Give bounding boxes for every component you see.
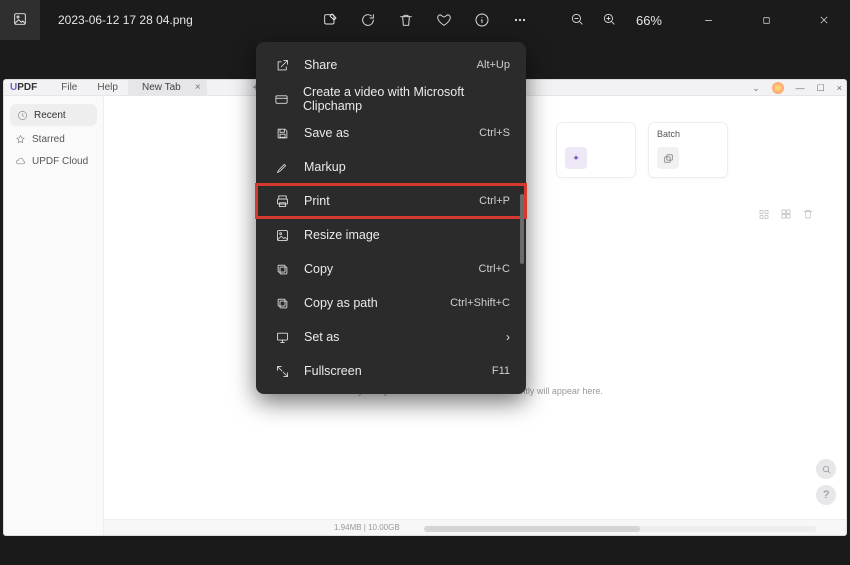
menu-item-label: Markup: [304, 160, 346, 174]
share-icon: [274, 57, 290, 73]
menu-item-setas[interactable]: Set as ›: [256, 320, 526, 354]
updf-tab[interactable]: New Tab ×: [128, 80, 207, 96]
updf-sidebar: Recent Starred UPDF Cloud: [4, 96, 104, 535]
list-view-icon[interactable]: [758, 208, 770, 223]
updf-logo: UPDF: [10, 82, 37, 93]
menu-item-shortcut: Alt+Up: [477, 59, 510, 71]
menu-item-copy-path[interactable]: Copy as path Ctrl+Shift+C: [256, 286, 526, 320]
grid-view-icon[interactable]: [780, 208, 792, 223]
updf-window-controls: ⌄ — ☐ ×: [752, 80, 842, 96]
menu-item-label: Print: [304, 194, 330, 208]
zoom-in-icon[interactable]: [602, 12, 616, 29]
batch-icon: [657, 147, 679, 169]
edit-image-icon[interactable]: [322, 12, 338, 28]
rotate-icon[interactable]: [360, 12, 376, 28]
zoom-level: 66%: [636, 13, 662, 28]
info-icon[interactable]: [474, 12, 490, 28]
sparkle-icon: ✦: [565, 147, 587, 169]
search-float-button[interactable]: [816, 459, 836, 479]
storage-status: 1.94MB | 10.00GB: [334, 523, 400, 532]
menu-item-label: Set as: [304, 330, 339, 344]
card-create[interactable]: ✦: [556, 122, 636, 178]
cloud-icon: [14, 155, 26, 167]
menu-item-label: Share: [304, 58, 337, 72]
menu-item-clipchamp[interactable]: Create a video with Microsoft Clipchamp: [256, 82, 526, 116]
menu-item-label: Copy: [304, 262, 333, 276]
chevron-right-icon: ›: [506, 330, 510, 344]
updf-maximize-button[interactable]: ☐: [817, 83, 825, 94]
resize-icon: [274, 227, 290, 243]
menu-file[interactable]: File: [61, 82, 77, 93]
sidebar-item-cloud[interactable]: UPDF Cloud: [4, 150, 103, 172]
view-toolbar: [758, 208, 814, 223]
updf-minimize-button[interactable]: —: [796, 83, 805, 93]
menu-item-label: Fullscreen: [304, 364, 362, 378]
menu-item-shortcut: Ctrl+S: [479, 127, 510, 139]
star-icon: [14, 133, 26, 145]
help-float-button[interactable]: ?: [816, 485, 836, 505]
image-icon: [12, 11, 28, 30]
print-icon: [274, 193, 290, 209]
card-label: Batch: [657, 129, 680, 139]
menu-item-label: Copy as path: [304, 296, 378, 310]
menu-item-label: Save as: [304, 126, 349, 140]
zoom-out-icon[interactable]: [570, 12, 584, 29]
favorite-icon[interactable]: [436, 12, 452, 28]
photos-back-tile[interactable]: [0, 0, 40, 40]
save-icon: [274, 125, 290, 141]
window-close-button[interactable]: [804, 0, 844, 40]
menu-item-shortcut: Ctrl+Shift+C: [450, 297, 510, 309]
menu-item-fullscreen[interactable]: Fullscreen F11: [256, 354, 526, 388]
delete-view-icon[interactable]: [802, 208, 814, 223]
window-minimize-button[interactable]: [688, 0, 728, 40]
card-batch[interactable]: Batch: [648, 122, 728, 178]
menu-item-markup[interactable]: Markup: [256, 150, 526, 184]
menu-scrollbar[interactable]: [520, 54, 524, 382]
clock-icon: [16, 109, 28, 121]
window-restore-button[interactable]: [746, 0, 786, 40]
fullscreen-icon: [274, 363, 290, 379]
photos-right-toolbar: 66%: [570, 0, 850, 40]
menu-item-share[interactable]: Share Alt+Up: [256, 48, 526, 82]
sidebar-item-label: Starred: [32, 134, 65, 145]
tab-close-icon[interactable]: ×: [195, 80, 201, 96]
tab-label: New Tab: [142, 82, 181, 93]
menu-item-shortcut: F11: [492, 365, 510, 377]
sidebar-item-label: UPDF Cloud: [32, 156, 88, 167]
menu-item-resize[interactable]: Resize image: [256, 218, 526, 252]
menu-item-label: Resize image: [304, 228, 380, 242]
photos-filename: 2023-06-12 17 28 04.png: [58, 13, 193, 27]
menu-item-shortcut: Ctrl+C: [479, 263, 510, 275]
sidebar-item-label: Recent: [34, 110, 66, 121]
more-icon[interactable]: [512, 12, 528, 28]
menu-help[interactable]: Help: [97, 82, 118, 93]
updf-close-button[interactable]: ×: [837, 83, 842, 93]
video-icon: [274, 91, 289, 107]
menu-item-saveas[interactable]: Save as Ctrl+S: [256, 116, 526, 150]
updf-scrollbar[interactable]: [424, 526, 816, 532]
photos-center-toolbar: [322, 12, 528, 28]
sidebar-item-recent[interactable]: Recent: [10, 104, 97, 126]
markup-icon: [274, 159, 290, 175]
updf-menu: File Help: [61, 82, 118, 93]
setas-icon: [274, 329, 290, 345]
copy-path-icon: [274, 295, 290, 311]
sidebar-item-starred[interactable]: Starred: [4, 128, 103, 150]
menu-item-copy[interactable]: Copy Ctrl+C: [256, 252, 526, 286]
copy-icon: [274, 261, 290, 277]
dropdown-icon[interactable]: ⌄: [752, 83, 760, 94]
menu-item-print[interactable]: Print Ctrl+P: [256, 184, 526, 218]
photos-titlebar: 2023-06-12 17 28 04.png 66%: [0, 0, 850, 40]
avatar[interactable]: [772, 82, 784, 94]
menu-item-label: Create a video with Microsoft Clipchamp: [303, 85, 510, 113]
menu-item-shortcut: Ctrl+P: [479, 195, 510, 207]
context-menu: Share Alt+Up Create a video with Microso…: [256, 42, 526, 394]
delete-icon[interactable]: [398, 12, 414, 28]
